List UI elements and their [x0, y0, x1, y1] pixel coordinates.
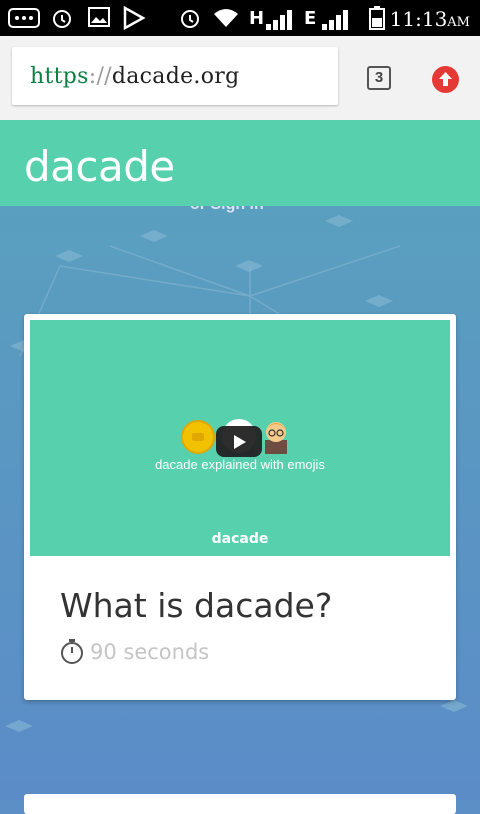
video-thumbnail[interactable]: dacade explained with emojis dacade	[30, 320, 450, 556]
image-icon	[88, 7, 110, 27]
url-scheme: https	[30, 64, 89, 89]
alarm-icon	[53, 10, 71, 28]
video-caption: dacade explained with emojis	[155, 457, 325, 472]
status-bar: H E 11:13AM	[0, 0, 480, 36]
network-type-2: E	[304, 8, 317, 29]
video-card[interactable]: dacade explained with emojis dacade What…	[24, 314, 456, 700]
address-bar[interactable]: https://dacade.org	[12, 47, 338, 105]
play-button-icon[interactable]	[216, 426, 262, 457]
battery-icon	[369, 6, 385, 30]
url-separator: ://	[88, 64, 112, 89]
arrow-up-icon	[439, 72, 452, 86]
play-store-icon	[123, 6, 146, 30]
signal-icon	[322, 10, 348, 30]
tab-switcher-button[interactable]: 3	[367, 66, 391, 90]
signal-icon	[266, 10, 292, 30]
site-header: dacade	[0, 120, 480, 206]
url-text[interactable]: https://dacade.org	[30, 64, 239, 89]
update-button[interactable]	[432, 66, 459, 93]
browser-toolbar: https://dacade.org 3	[0, 36, 480, 120]
teacher-icon	[265, 422, 287, 454]
next-card[interactable]	[24, 794, 456, 814]
card-title[interactable]: What is dacade?	[60, 586, 332, 625]
url-host: dacade.org	[111, 64, 240, 89]
clock: 11:13AM	[389, 7, 470, 31]
coin-icon	[181, 420, 215, 454]
stopwatch-icon	[61, 639, 83, 664]
video-logo: dacade	[211, 531, 269, 547]
message-icon	[8, 8, 40, 28]
duration: 90 seconds	[60, 639, 209, 665]
wifi-icon	[214, 9, 238, 27]
alarm-icon	[181, 10, 199, 28]
duration-text: 90 seconds	[90, 640, 210, 664]
dacade-logo[interactable]: dacade	[24, 142, 175, 191]
network-type: H	[249, 8, 265, 29]
